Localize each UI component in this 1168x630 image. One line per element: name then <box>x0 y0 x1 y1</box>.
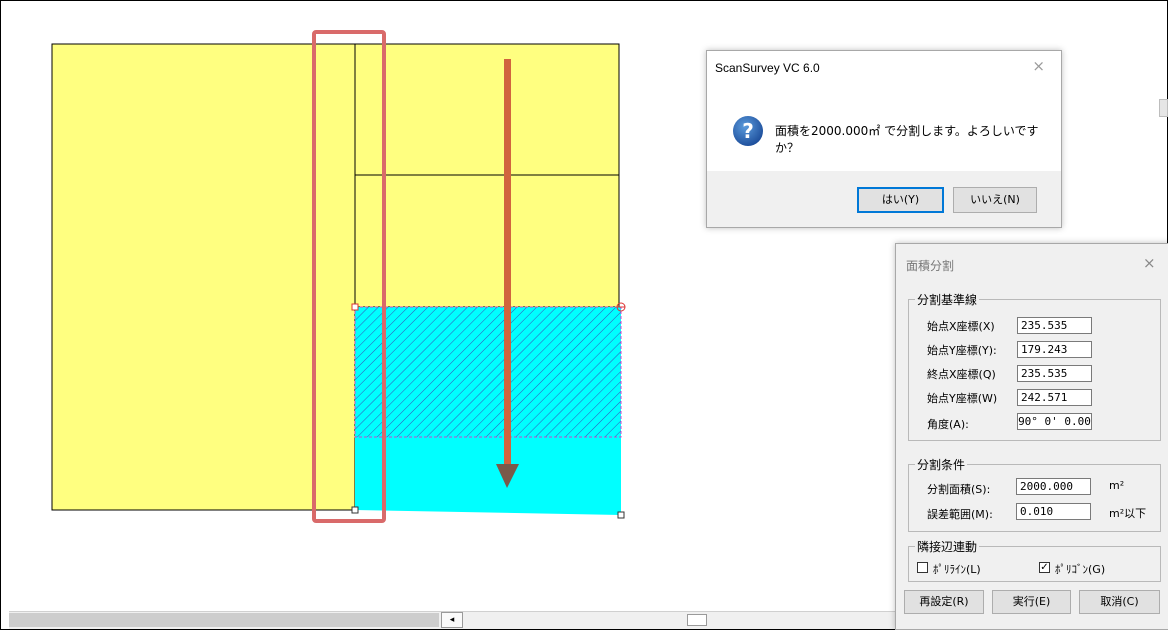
area-unit: m² <box>1109 479 1125 492</box>
tolerance-label: 誤差範囲(M): <box>927 508 993 521</box>
start-y-field[interactable]: 179.243 <box>1017 341 1092 358</box>
execute-button[interactable]: 実行(E) <box>992 590 1071 614</box>
scroll-left-icon[interactable]: ◂ <box>441 612 463 628</box>
polygon-checkbox[interactable]: ✓ <box>1039 562 1050 573</box>
adjacent-group: 隣接辺連動 ﾎﾟﾘﾗｲﾝ(L) ✓ ﾎﾟﾘｺﾞﾝ(G) <box>908 538 1161 582</box>
start-x-label: 始点X座標(X) <box>927 320 995 333</box>
dialog-footer: はい(Y) いいえ(N) <box>707 171 1061 227</box>
end-x-field[interactable]: 235.535 <box>1017 365 1092 382</box>
group-title: 分割条件 <box>915 456 968 473</box>
question-icon: ? <box>733 116 763 146</box>
confirm-dialog: ScanSurvey VC 6.0 × ? 面積を2000.000㎡ で分割しま… <box>706 50 1062 228</box>
vertex-handle[interactable] <box>617 511 625 519</box>
direction-arrow-shaft <box>504 59 511 467</box>
no-button[interactable]: いいえ(N) <box>953 187 1037 213</box>
angle-field[interactable]: 90° 0' 0.00 <box>1017 413 1092 430</box>
polyline-label: ﾎﾟﾘﾗｲﾝ(L) <box>933 563 981 576</box>
polyline-checkbox[interactable] <box>917 562 928 573</box>
parcel-left[interactable] <box>51 43 356 511</box>
scrollbar-thumb[interactable] <box>687 614 707 626</box>
close-icon[interactable]: × <box>1143 254 1156 272</box>
end-x-label: 終点X座標(Q) <box>927 368 996 381</box>
end-y-field[interactable]: 242.571 <box>1017 389 1092 406</box>
group-title: 分割基準線 <box>915 291 980 308</box>
horizontal-scrollbar[interactable]: ◂ <box>9 611 899 629</box>
tolerance-field[interactable]: 0.010 <box>1016 503 1091 520</box>
yes-button[interactable]: はい(Y) <box>857 187 944 213</box>
start-y-label: 始点Y座標(Y): <box>927 344 997 357</box>
dialog-message: 面積を2000.000㎡ で分割します。よろしいですか？ <box>775 124 1039 155</box>
close-icon[interactable]: × <box>1032 57 1045 75</box>
condition-group: 分割条件 分割面積(S): 2000.000 m² 誤差範囲(M): 0.010… <box>908 456 1161 532</box>
area-label: 分割面積(S): <box>927 483 991 496</box>
area-split-panel: 面積分割 × 分割基準線 始点X座標(X) 235.535 始点Y座標(Y): … <box>895 243 1168 630</box>
start-x-field[interactable]: 235.535 <box>1017 317 1092 334</box>
vertex-handle[interactable] <box>351 303 359 311</box>
area-field[interactable]: 2000.000 <box>1016 478 1091 495</box>
cancel-button[interactable]: 取消(C) <box>1079 590 1160 614</box>
dialog-title: ScanSurvey VC 6.0 <box>715 61 820 75</box>
parcel-upper-right[interactable] <box>354 43 620 176</box>
polygon-label: ﾎﾟﾘｺﾞﾝ(G) <box>1055 563 1106 576</box>
vertex-handle[interactable] <box>351 506 359 514</box>
split-area-hatch <box>354 306 622 438</box>
tolerance-unit: m²以下 <box>1109 507 1147 520</box>
reset-button[interactable]: 再設定(R) <box>904 590 984 614</box>
scrollbar-track[interactable] <box>9 613 439 627</box>
angle-label: 角度(A): <box>927 418 969 431</box>
panel-title: 面積分割 <box>906 259 955 273</box>
end-y-label: 始点Y座標(W) <box>927 392 998 405</box>
group-title: 隣接辺連動 <box>915 538 980 555</box>
vertical-scrollbar-thumb[interactable] <box>1159 99 1168 117</box>
parcel-middle-right[interactable] <box>354 174 620 308</box>
baseline-group: 分割基準線 始点X座標(X) 235.535 始点Y座標(Y): 179.243… <box>908 291 1161 441</box>
